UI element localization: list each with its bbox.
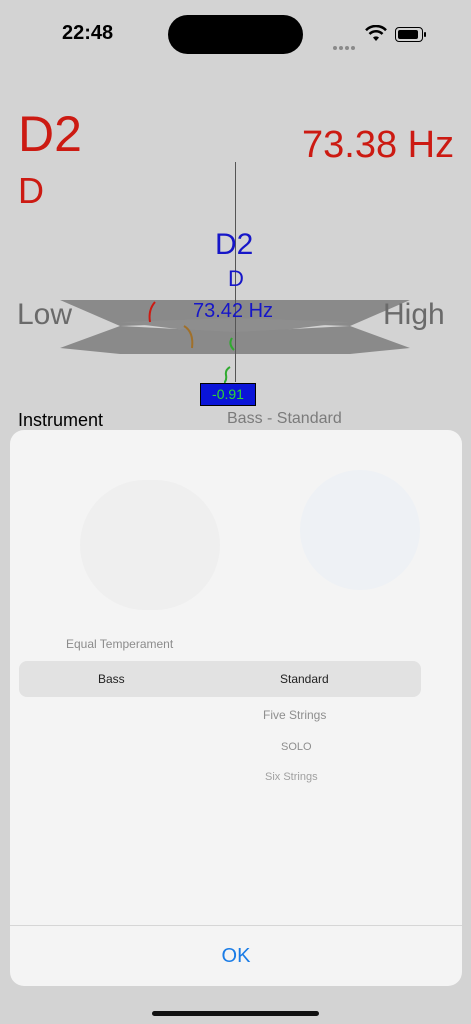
high-label: High bbox=[383, 298, 445, 331]
picker-temperament-option[interactable]: Equal Temperament bbox=[66, 637, 173, 651]
detected-note: D2 bbox=[18, 106, 82, 162]
dynamic-island bbox=[168, 15, 303, 54]
blurred-background bbox=[300, 470, 420, 590]
target-note: D2 bbox=[215, 228, 254, 261]
target-note-letter: D bbox=[228, 266, 244, 291]
picker-tuning-option[interactable]: Five Strings bbox=[263, 708, 326, 722]
cellular-dots-icon bbox=[333, 37, 357, 50]
ok-button[interactable]: OK bbox=[10, 926, 462, 986]
detected-note-letter: D bbox=[18, 170, 44, 211]
picker-tuning-selected[interactable]: Standard bbox=[280, 672, 329, 686]
picker-instrument-selected[interactable]: Bass bbox=[98, 672, 125, 686]
low-label: Low bbox=[17, 298, 73, 331]
instrument-picker-sheet: Equal Temperament Bass Standard Five Str… bbox=[10, 430, 462, 986]
cents-offset-badge: -0.91 bbox=[200, 383, 256, 406]
target-frequency: 73.42 Hz bbox=[193, 300, 274, 322]
instrument-label: Instrument bbox=[18, 410, 104, 430]
detected-frequency: 73.38 Hz bbox=[302, 124, 455, 166]
picker-tuning-option[interactable]: SOLO bbox=[281, 741, 312, 753]
wifi-icon bbox=[365, 25, 387, 41]
instrument-value[interactable]: Bass - Standard bbox=[227, 410, 342, 428]
picker-selection-band bbox=[19, 661, 421, 697]
battery-icon bbox=[395, 27, 426, 42]
picker-tuning-option[interactable]: Six Strings bbox=[265, 771, 318, 783]
cents-marker-icon bbox=[224, 366, 231, 384]
home-indicator[interactable] bbox=[152, 1011, 319, 1016]
blurred-background bbox=[80, 480, 220, 610]
status-time: 22:48 bbox=[62, 22, 114, 44]
